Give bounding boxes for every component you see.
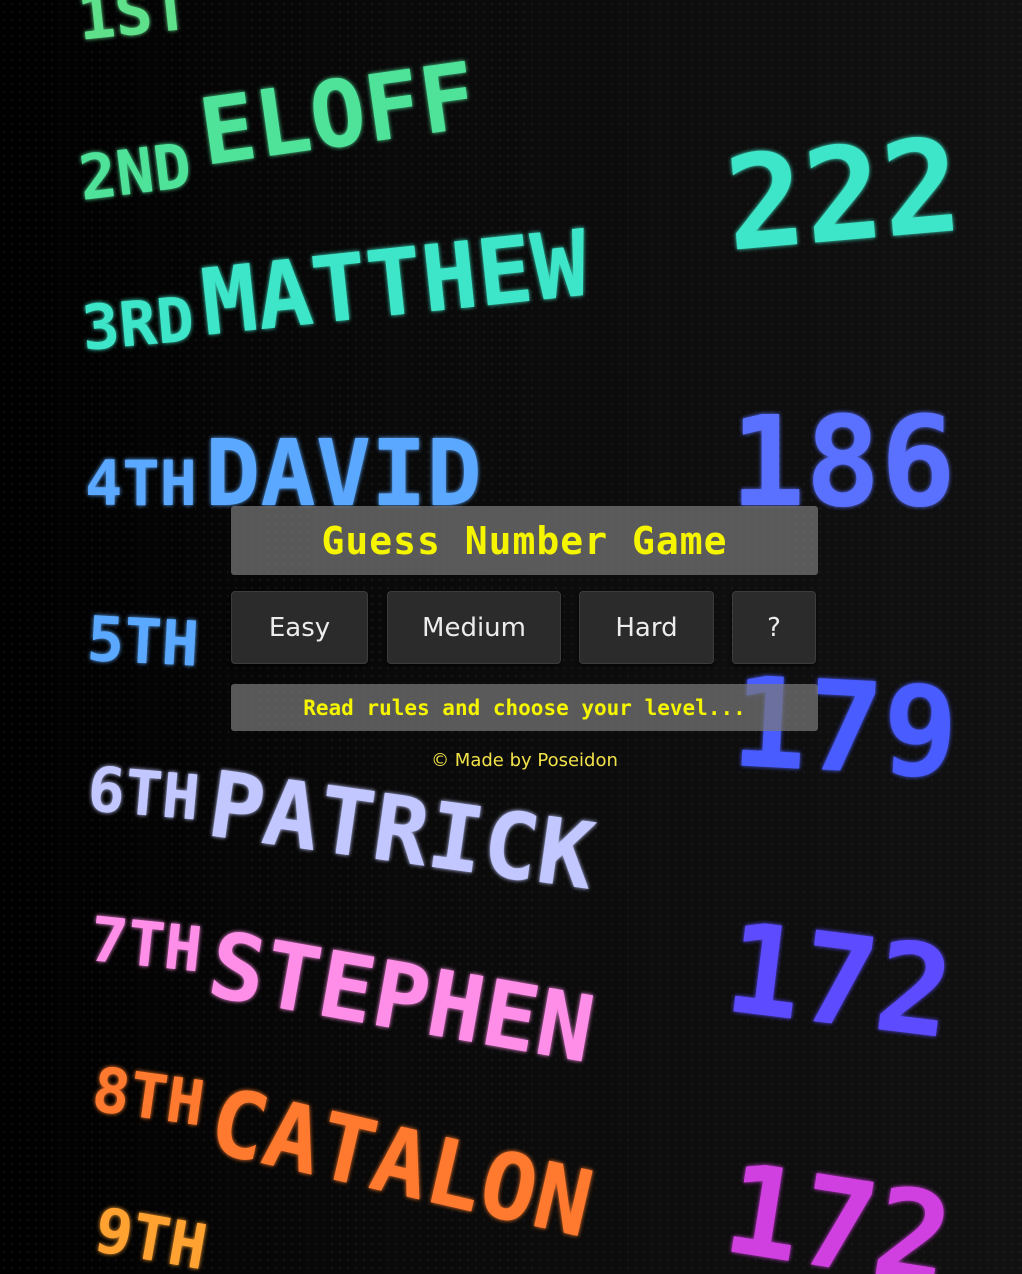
- row-7-name: STEPHEN: [201, 911, 601, 1084]
- row-4-rank: 4TH: [85, 447, 197, 520]
- row-1-rank: 1ST: [74, 0, 193, 55]
- easy-level-button[interactable]: Easy: [231, 591, 368, 664]
- row-6-name: PATRICK: [202, 751, 601, 911]
- rules-help-button[interactable]: ?: [732, 591, 816, 664]
- row-5-rank: 5TH: [85, 602, 201, 681]
- row-9-score: 172: [715, 1136, 961, 1274]
- row-3-rank: 3RD: [79, 282, 197, 364]
- row-6-rank: 6TH: [85, 752, 203, 834]
- medium-level-button[interactable]: Medium: [387, 591, 561, 664]
- row-8-rank: 8TH: [88, 1053, 209, 1141]
- row-9-rank: 9TH: [89, 1193, 212, 1274]
- row-8-name: CATALON: [200, 1067, 602, 1258]
- game-title-bar: Guess Number Game: [231, 506, 818, 575]
- row-7-score: 172: [718, 896, 960, 1067]
- game-title: Guess Number Game: [321, 518, 728, 563]
- status-bar: Read rules and choose your level...: [231, 684, 818, 731]
- hard-level-button[interactable]: Hard: [579, 591, 714, 664]
- row-7-rank: 7TH: [86, 902, 205, 986]
- row-2-name: ELOFF: [193, 42, 482, 187]
- author-credit: © Made by Poseidon: [431, 750, 618, 771]
- row-2-rank: 2ND: [75, 129, 195, 215]
- row-3-name: MATTHEW: [196, 210, 593, 357]
- row-2-score: 222: [719, 109, 966, 281]
- status-message: Read rules and choose your level...: [303, 695, 746, 720]
